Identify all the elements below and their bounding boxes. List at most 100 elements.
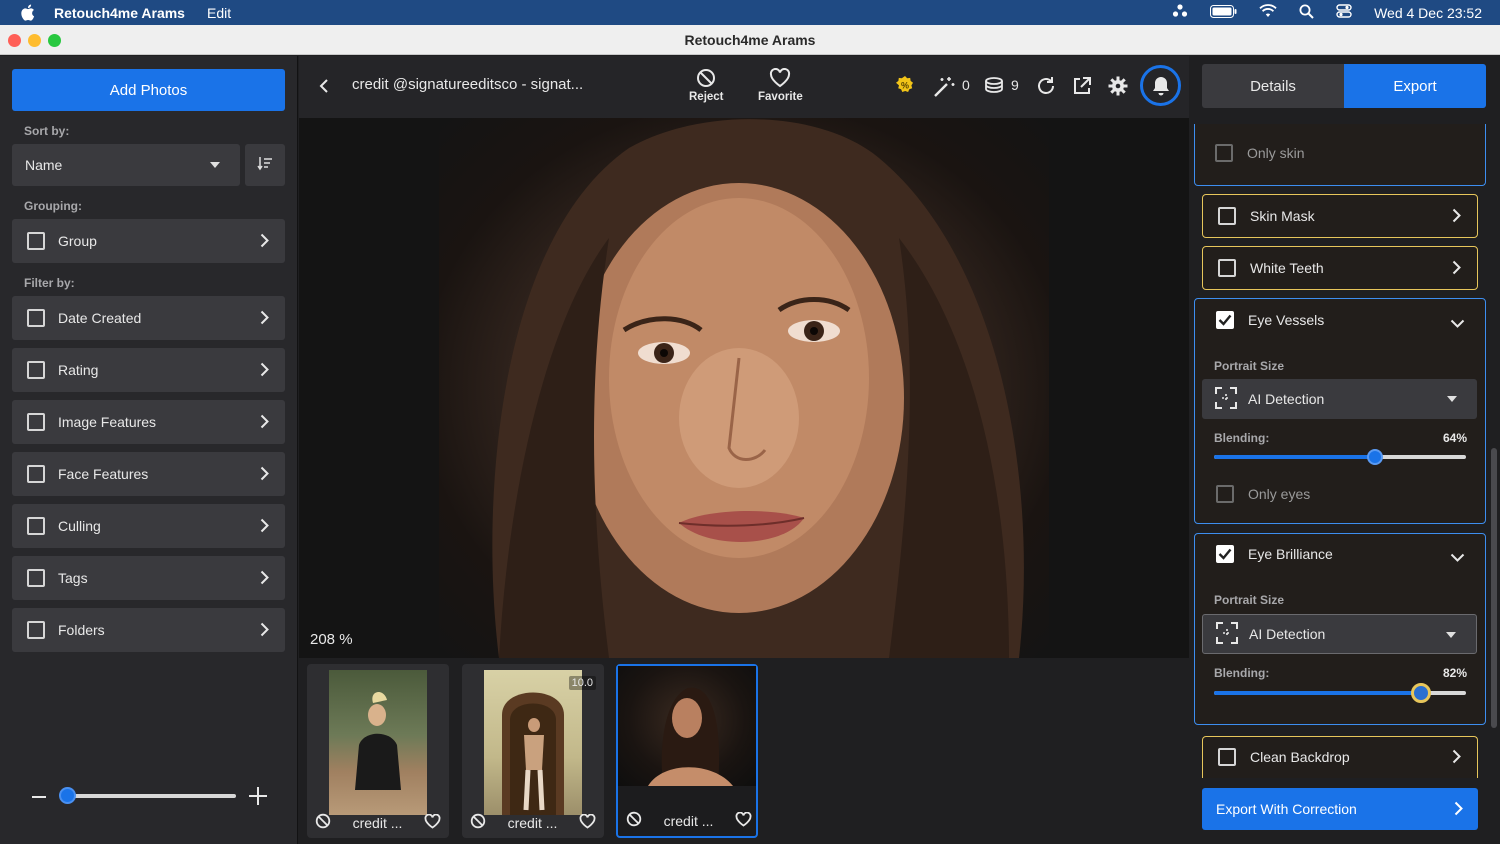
- premium-badge-icon[interactable]: %: [895, 75, 915, 100]
- only-eyes-checkbox[interactable]: [1216, 485, 1234, 503]
- reject-button[interactable]: Reject: [689, 68, 724, 103]
- filter-rating[interactable]: Rating: [12, 348, 285, 392]
- portrait-size-select[interactable]: AI Detection: [1202, 379, 1477, 419]
- chevron-down-icon[interactable]: [1450, 315, 1465, 333]
- reject-icon[interactable]: [626, 811, 642, 830]
- wifi-icon[interactable]: [1259, 4, 1277, 21]
- eye-brilliance-card: Eye Brilliance Portrait Size AI Detectio…: [1194, 533, 1486, 725]
- notifications-button[interactable]: [1140, 65, 1181, 106]
- filter-checkbox[interactable]: [27, 361, 45, 379]
- back-icon[interactable]: [319, 78, 329, 99]
- clean-backdrop-option[interactable]: Clean Backdrop: [1218, 748, 1350, 766]
- filter-date-created[interactable]: Date Created: [12, 296, 285, 340]
- spotlight-search-icon[interactable]: [1299, 4, 1314, 22]
- reject-icon: [697, 69, 716, 87]
- chevron-right-icon: [260, 518, 269, 536]
- sort-order-button[interactable]: [245, 144, 285, 186]
- open-external-icon[interactable]: [1071, 75, 1093, 102]
- image-viewer[interactable]: [299, 118, 1189, 658]
- filter-image-features[interactable]: Image Features: [12, 400, 285, 444]
- filter-checkbox[interactable]: [27, 517, 45, 535]
- eye-vessels-option[interactable]: Eye Vessels: [1216, 311, 1324, 329]
- filter-folders[interactable]: Folders: [12, 608, 285, 652]
- filter-culling[interactable]: Culling: [12, 504, 285, 548]
- apple-logo-icon[interactable]: [0, 4, 54, 21]
- white-teeth-option[interactable]: White Teeth: [1218, 259, 1324, 277]
- tab-export[interactable]: Export: [1344, 64, 1486, 108]
- thumbnail-size-slider-knob[interactable]: [59, 787, 76, 804]
- eye-brilliance-option[interactable]: Eye Brilliance: [1216, 545, 1333, 563]
- filter-tags[interactable]: Tags: [12, 556, 285, 600]
- window-title: Retouch4me Arams: [684, 31, 816, 48]
- menu-bar: Retouch4me Arams Edit Wed 4 Dec 23:52: [0, 0, 1500, 25]
- heart-icon[interactable]: [735, 811, 752, 830]
- sidebar: Add Photos Sort by: Name Grouping: Group…: [0, 56, 298, 844]
- magic-wand-icon[interactable]: [932, 75, 956, 104]
- eye-vessels-label: Eye Vessels: [1248, 312, 1325, 328]
- only-skin-checkbox[interactable]: [1215, 144, 1233, 162]
- tab-details[interactable]: Details: [1202, 64, 1344, 108]
- filter-checkbox[interactable]: [27, 621, 45, 639]
- blending-slider[interactable]: [1214, 449, 1466, 465]
- group-checkbox[interactable]: [27, 232, 45, 250]
- portrait-size-select[interactable]: AI Detection: [1202, 614, 1477, 654]
- filter-checkbox[interactable]: [27, 309, 45, 327]
- filter-face-features[interactable]: Face Features: [12, 452, 285, 496]
- chevron-down-icon[interactable]: [1450, 549, 1465, 567]
- control-hub-icon[interactable]: [1172, 4, 1188, 21]
- filter-checkbox[interactable]: [27, 569, 45, 587]
- reset-icon[interactable]: [1035, 75, 1057, 102]
- eye-vessels-checkbox[interactable]: [1216, 311, 1234, 329]
- reject-icon[interactable]: [470, 813, 486, 832]
- thumbnail-image: [329, 670, 427, 815]
- menu-edit[interactable]: Edit: [207, 5, 231, 21]
- thumbnail-size-slider[interactable]: [64, 794, 236, 798]
- zoom-out-icon[interactable]: [30, 788, 48, 811]
- skin-mask-checkbox[interactable]: [1218, 207, 1236, 225]
- clean-backdrop-card[interactable]: Clean Backdrop: [1202, 736, 1478, 778]
- white-teeth-card[interactable]: White Teeth: [1202, 246, 1478, 290]
- reject-icon[interactable]: [315, 813, 331, 832]
- zoom-in-icon[interactable]: [247, 785, 269, 812]
- menu-app-name[interactable]: Retouch4me Arams: [54, 5, 185, 21]
- export-with-correction-button[interactable]: Export With Correction: [1202, 788, 1478, 830]
- blending-slider-knob[interactable]: [1411, 683, 1431, 703]
- thumbnail-selected[interactable]: credit ...: [616, 664, 758, 838]
- white-teeth-checkbox[interactable]: [1218, 259, 1236, 277]
- filter-checkbox[interactable]: [27, 465, 45, 483]
- heart-icon[interactable]: [424, 813, 441, 832]
- battery-icon[interactable]: [1210, 4, 1237, 21]
- portrait-size-value: AI Detection: [1248, 391, 1325, 407]
- thumbnail[interactable]: credit ...: [307, 664, 449, 838]
- filter-checkbox[interactable]: [27, 413, 45, 431]
- only-eyes-option[interactable]: Only eyes: [1216, 485, 1310, 503]
- blending-slider-fill: [1214, 691, 1421, 695]
- thumbnail[interactable]: 10.0 credit ...: [462, 664, 604, 838]
- skin-mask-card[interactable]: Skin Mask: [1202, 194, 1478, 238]
- clean-backdrop-label: Clean Backdrop: [1250, 749, 1350, 765]
- filter-label: Folders: [58, 622, 105, 638]
- close-window-button[interactable]: [8, 34, 21, 47]
- minimize-window-button[interactable]: [28, 34, 41, 47]
- favorite-button[interactable]: Favorite: [758, 68, 803, 103]
- menu-clock[interactable]: Wed 4 Dec 23:52: [1374, 5, 1482, 21]
- only-skin-option[interactable]: Only skin: [1215, 144, 1305, 162]
- skin-mask-option[interactable]: Skin Mask: [1218, 207, 1315, 225]
- blending-slider[interactable]: [1214, 683, 1466, 703]
- heart-icon[interactable]: [579, 813, 596, 832]
- dropdown-caret-icon: [1446, 632, 1456, 638]
- blending-slider-knob[interactable]: [1367, 449, 1383, 465]
- gear-icon[interactable]: [1107, 75, 1129, 102]
- eye-brilliance-checkbox[interactable]: [1216, 545, 1234, 563]
- thumbnail-name: credit ...: [352, 814, 403, 831]
- add-photos-button[interactable]: Add Photos: [12, 69, 285, 111]
- group-toggle[interactable]: Group: [12, 219, 285, 263]
- panel-scrollbar[interactable]: [1491, 448, 1497, 728]
- sort-by-select[interactable]: Name: [12, 144, 240, 186]
- coins-icon[interactable]: [983, 75, 1005, 102]
- clean-backdrop-checkbox[interactable]: [1218, 748, 1236, 766]
- filter-by-label: Filter by:: [24, 276, 75, 290]
- zoom-window-button[interactable]: [48, 34, 61, 47]
- thumbnail-image: [618, 666, 756, 786]
- control-center-icon[interactable]: [1336, 4, 1352, 21]
